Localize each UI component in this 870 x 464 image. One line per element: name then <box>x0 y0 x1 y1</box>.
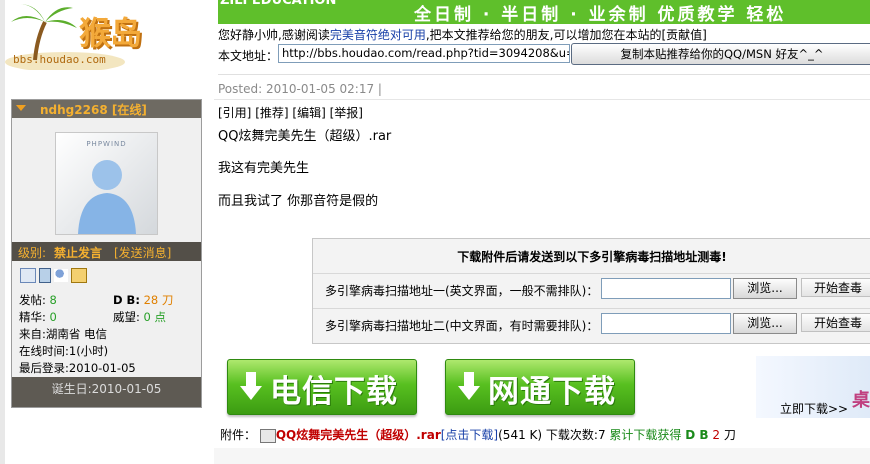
prestige-value: 0 点 <box>143 310 167 324</box>
avatar[interactable]: PHPWIND <box>55 132 158 235</box>
user-birthday: 诞生日:2010-01-05 <box>12 377 201 407</box>
db-stat: D B: 28 刀 <box>113 292 173 308</box>
download-reward: 累计下载获得 <box>609 428 682 442</box>
post-text: 我这有完美先生 <box>218 161 310 176</box>
user-card: ndhg2268 [在线] PHPWIND 级别: 禁止发言 [发送消息] 发帖… <box>11 99 202 408</box>
triangle-down-icon[interactable] <box>16 105 26 111</box>
scan-file-input[interactable] <box>601 278 731 299</box>
post-actions: [引用] [推荐] [编辑] [举报] <box>218 104 363 121</box>
address-label: 本文地址： <box>218 49 279 63</box>
posted-time: Posted: 2010-01-05 02:17 | <box>218 82 382 96</box>
ad-text: 桌 <box>852 390 870 411</box>
prestige-label: 威望: <box>113 310 140 324</box>
download-arrow-icon <box>240 372 262 402</box>
db-value: 28 刀 <box>143 293 174 307</box>
notebook-icon[interactable] <box>39 268 51 283</box>
posts-stat: 发帖: 8 <box>19 292 57 308</box>
virus-scan-title: 下载附件后请发送到以下多引擎病毒扫描地址测毒! <box>457 250 727 264</box>
scan-row-2: 多引擎病毒扫描地址二(中文界面，有时需要排队)： 浏览... 开始查毒 <box>313 308 870 341</box>
quote-link[interactable]: [引用] <box>218 106 251 120</box>
ad-download-link[interactable]: 立即下载>> <box>780 400 848 417</box>
attachment-file-link[interactable]: QQ炫舞完美先生（超级）.rar <box>276 428 441 442</box>
logo-brand: 猴岛 <box>79 14 142 52</box>
prestige-stat: 威望: 0 点 <box>113 309 166 325</box>
top-banner-ad[interactable]: ZILI EDUCATION 全日制 · 半日制 · 业余制 优质教学 轻松 <box>218 0 870 24</box>
reward-unit: 刀 <box>723 428 736 442</box>
posts-label: 发帖: <box>19 293 46 307</box>
copy-recommend-button[interactable]: 复制本贴推荐给你的QQ/MSN 好友^_^ <box>571 43 870 65</box>
message-icon[interactable] <box>71 268 87 283</box>
start-scan-button[interactable]: 开始查毒 <box>801 278 870 297</box>
banner-text: 全日制 · 半日制 · 业余制 优质教学 轻松 <box>414 5 787 24</box>
user-card-header: ndhg2268 [在线] <box>12 100 201 118</box>
divider <box>214 99 870 100</box>
level-value: 禁止发言 <box>54 246 103 260</box>
default-avatar-icon <box>78 160 136 234</box>
attachment-size: (541 K) <box>498 428 543 442</box>
side-ad[interactable]: 立即下载>> 桌 <box>756 356 870 418</box>
profile-icon[interactable] <box>20 268 36 283</box>
send-message-link[interactable]: [发送消息] <box>114 244 171 261</box>
virus-scan-box: 下载附件后请发送到以下多引擎病毒扫描地址测毒! 多引擎病毒扫描地址一(英文界面，… <box>312 238 870 344</box>
divider <box>218 74 870 75</box>
user-from: 来自:湖南省 电信 <box>19 327 108 341</box>
user-level-bar: 级别: 禁止发言 [发送消息] <box>12 242 201 261</box>
browse-button[interactable]: 浏览... <box>733 278 797 299</box>
scan-row-label: 多引擎病毒扫描地址二(中文界面，有时需要排队)： <box>325 319 599 333</box>
attachment-file-icon <box>259 428 276 443</box>
attachment-label: 附件： <box>220 428 257 442</box>
user-action-icons <box>20 268 90 284</box>
post-title: QQ炫舞完美先生（超级）.rar <box>218 129 392 144</box>
download-count: 下载次数:7 <box>545 428 606 442</box>
posts-value: 8 <box>49 293 57 307</box>
recommend-link[interactable]: [推荐] <box>255 106 288 120</box>
essence-value: 0 <box>49 310 57 324</box>
attachment-download-link[interactable]: [点击下载] <box>441 428 498 442</box>
scan-row-label: 多引擎病毒扫描地址一(英文界面，一般不需排队)： <box>325 284 599 298</box>
reward-amount: 2 <box>712 428 721 442</box>
db-label: D B: <box>113 293 140 307</box>
online-time: 在线时间:1(小时) <box>19 344 109 358</box>
username[interactable]: ndhg2268 [在线] <box>40 101 147 118</box>
last-login: 最后登录:2010-01-05 <box>19 361 136 375</box>
browse-button[interactable]: 浏览... <box>733 313 797 334</box>
netcom-download-label: 网通下载 <box>488 374 616 410</box>
logo-url: bbs.houdao.com <box>13 53 106 66</box>
telecom-download-button[interactable]: 电信下载 <box>227 359 417 415</box>
start-scan-button[interactable]: 开始查毒 <box>801 313 870 332</box>
telecom-download-label: 电信下载 <box>270 374 398 410</box>
add-friend-icon[interactable] <box>54 269 68 282</box>
download-arrow-icon <box>458 372 480 402</box>
address-field[interactable]: http://bbs.houdao.com/read.php?tid=30942… <box>278 44 570 63</box>
edit-link[interactable]: [编辑] <box>292 106 325 120</box>
post-footer <box>214 448 870 464</box>
essence-label: 精华: <box>19 310 46 324</box>
greeting-suffix: ,把本文推荐给您的朋友,可以增加您在本站的[贡献值] <box>425 28 707 42</box>
site-logo[interactable]: 猴岛 bbs.houdao.com <box>5 0 157 70</box>
netcom-download-button[interactable]: 网通下载 <box>445 359 635 415</box>
level-label: 级别: <box>18 246 47 260</box>
greeting-prefix: 您好静小帅,感谢阅读 <box>218 28 330 42</box>
scan-file-input[interactable] <box>601 313 731 334</box>
post-text: 而且我试了 你那音符是假的 <box>218 194 379 209</box>
essence-stat: 精华: 0 <box>19 309 57 325</box>
attachment-line: 附件： QQ炫舞完美先生（超级）.rar[点击下载](541 K) 下载次数:7… <box>220 426 736 443</box>
banner-edu: ZILI EDUCATION <box>220 0 337 8</box>
reward-db: D B <box>685 428 709 442</box>
scan-row-1: 多引擎病毒扫描地址一(英文界面，一般不需排队)： 浏览... 开始查毒 <box>313 273 870 306</box>
greeting-line: 您好静小帅,感谢阅读完美音符绝对可用,把本文推荐给您的朋友,可以增加您在本站的[… <box>218 26 707 43</box>
report-link[interactable]: [举报] <box>330 106 363 120</box>
greeting-highlight[interactable]: 完美音符绝对可用 <box>330 28 426 42</box>
